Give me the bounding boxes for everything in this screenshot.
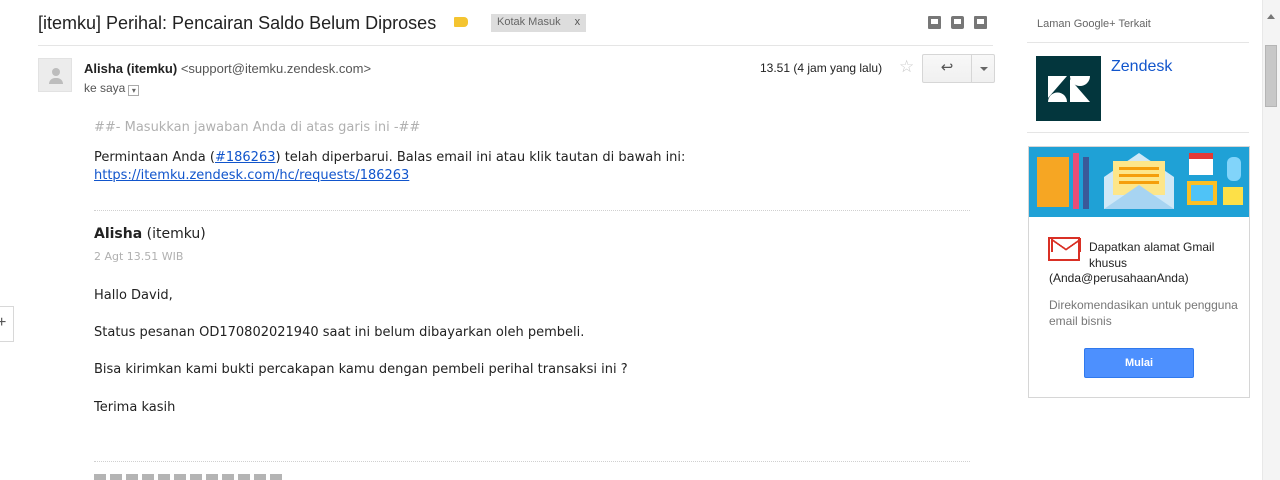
toolbar: [928, 16, 987, 29]
comment-author: Alisha (itemku): [94, 226, 206, 242]
scroll-up-arrow-icon[interactable]: [1262, 10, 1280, 24]
promo-banner: [1029, 147, 1249, 217]
promo-headline: Dapatkan alamat Gmail khusus: [1089, 240, 1215, 270]
recipient-text: ke saya: [84, 81, 126, 95]
plus-icon: +: [0, 314, 7, 331]
recipient-line: ke saya ▾: [84, 81, 140, 96]
message-divider: [94, 461, 970, 462]
request-suffix: ) telah diperbarui. Balas email ini atau…: [275, 150, 686, 165]
sender-line: Alisha (itemku) <support@itemku.zendesk.…: [84, 61, 371, 76]
sender-email: <support@itemku.zendesk.com>: [180, 61, 372, 76]
reply-icon: ↩: [940, 59, 954, 76]
sidebar-divider: [1027, 42, 1249, 43]
closing: Terima kasih: [94, 400, 176, 415]
label-tag-icon[interactable]: [454, 17, 468, 27]
start-button[interactable]: Mulai: [1084, 348, 1194, 378]
inbox-label-text: Kotak Masuk: [497, 16, 561, 28]
request-id-link[interactable]: #186263: [215, 150, 276, 165]
cut-off-text: [94, 474, 284, 480]
email-subject: [itemku] Perihal: Pencairan Saldo Belum …: [38, 13, 437, 33]
more-actions-button[interactable]: [971, 54, 995, 83]
gmail-icon: [1048, 237, 1080, 261]
comment-date: 2 Agt 13.51 WIB: [94, 250, 184, 263]
scroll-thumb[interactable]: [1265, 45, 1277, 107]
reply-marker: ##- Masukkan jawaban Anda di atas garis …: [94, 120, 421, 135]
star-icon[interactable]: ☆: [899, 57, 914, 77]
print-icon[interactable]: [951, 16, 964, 29]
gmail-promo-card: Dapatkan alamat Gmail khusus (Anda@perus…: [1028, 146, 1250, 398]
left-panel-toggle[interactable]: +: [0, 306, 14, 342]
sidebar-divider: [1027, 132, 1249, 133]
greeting: Hallo David,: [94, 288, 173, 303]
status-paragraph: Status pesanan OD170802021940 saat ini b…: [94, 325, 585, 340]
promo-description: Direkomendasikan untuk pengguna email bi…: [1049, 298, 1238, 328]
request-prefix: Permintaan Anda (: [94, 150, 215, 165]
request-url-link[interactable]: https://itemku.zendesk.com/hc/requests/1…: [94, 168, 409, 183]
request-notice: Permintaan Anda (#186263) telah diperbar…: [94, 150, 685, 165]
author-org: (itemku): [146, 226, 206, 242]
new-window-icon[interactable]: [974, 16, 987, 29]
subject-header: [itemku] Perihal: Pencairan Saldo Belum …: [38, 10, 993, 46]
zendesk-logo[interactable]: [1036, 56, 1101, 121]
company-link[interactable]: Zendesk: [1111, 58, 1172, 76]
message-divider: [94, 210, 970, 211]
email-time: 13.51 (4 jam yang lalu): [760, 61, 883, 75]
details-dropdown-icon[interactable]: ▾: [128, 85, 140, 96]
inbox-label-chip[interactable]: Kotak Masuk x: [491, 14, 587, 32]
sidebar-title: Laman Google+ Terkait: [1037, 18, 1151, 30]
remove-label-icon[interactable]: x: [575, 16, 581, 28]
sender-name[interactable]: Alisha (itemku): [84, 61, 177, 76]
author-name: Alisha: [94, 226, 143, 242]
download-icon[interactable]: [928, 16, 941, 29]
sender-avatar[interactable]: [38, 58, 72, 92]
request-paragraph: Bisa kirimkan kami bukti percakapan kamu…: [94, 362, 628, 377]
promo-address: (Anda@perusahaanAnda): [1049, 271, 1189, 285]
reply-button[interactable]: ↩: [922, 54, 972, 83]
